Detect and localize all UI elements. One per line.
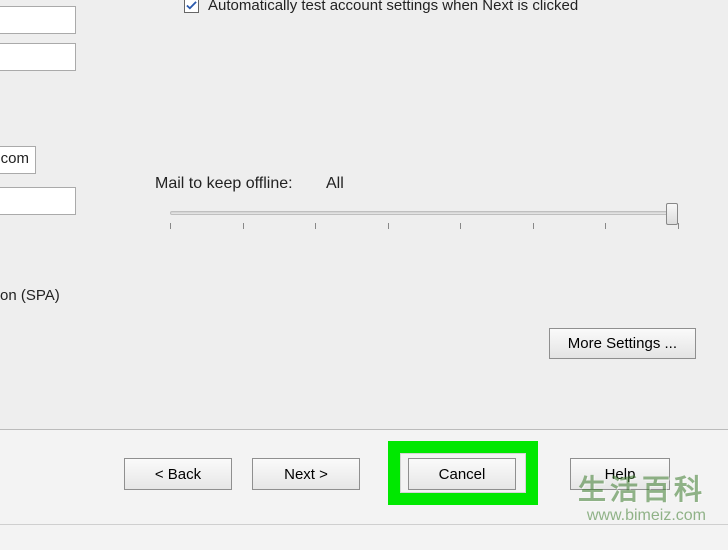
auto-test-label: Automatically test account settings when… (208, 0, 708, 16)
check-icon (186, 0, 197, 11)
auto-test-checkbox[interactable] (184, 0, 199, 13)
offline-mail-slider-thumb[interactable] (666, 203, 678, 225)
server-input-cropped[interactable]: .com (0, 146, 36, 174)
more-settings-button[interactable]: More Settings ... (549, 328, 696, 359)
text-input-cropped-3[interactable] (0, 187, 76, 215)
text-input-cropped-2[interactable] (0, 43, 76, 71)
account-settings-panel: .com on (SPA) Automatically test account… (0, 0, 728, 430)
spa-label-cropped: on (SPA) (0, 287, 60, 304)
offline-mail-value: All (326, 175, 344, 193)
text-input-cropped-1[interactable] (0, 6, 76, 34)
help-button[interactable]: Help (570, 458, 670, 490)
seam-line (0, 524, 728, 525)
wizard-button-bar: < Back Next > Cancel Help (0, 430, 728, 550)
cancel-button[interactable]: Cancel (408, 458, 516, 490)
offline-mail-slider-track[interactable] (170, 211, 678, 215)
offline-mail-slider-ticks (170, 223, 678, 231)
offline-mail-label: Mail to keep offline: (155, 175, 293, 193)
back-button[interactable]: < Back (124, 458, 232, 490)
auto-test-row: Automatically test account settings when… (184, 0, 708, 16)
next-button[interactable]: Next > (252, 458, 360, 490)
